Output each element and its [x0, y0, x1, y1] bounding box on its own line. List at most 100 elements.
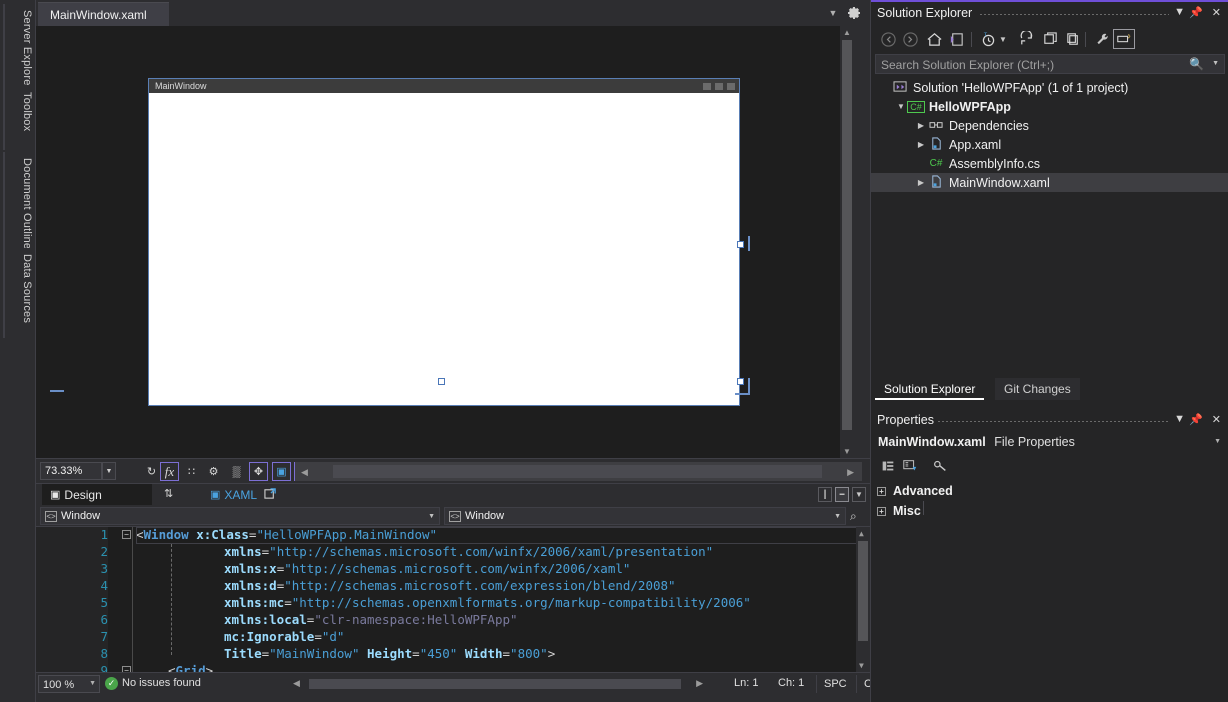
- gear-icon[interactable]: [846, 5, 862, 21]
- tab-git-changes[interactable]: Git Changes: [995, 378, 1080, 400]
- transparency-grid-button[interactable]: ▒: [227, 462, 246, 481]
- properties-wrench-button[interactable]: [1091, 29, 1113, 49]
- resize-handle-bottom-right[interactable]: [737, 378, 744, 385]
- search-solution-explorer-input[interactable]: Search Solution Explorer (Ctrl+;) 🔍 ▼: [875, 54, 1225, 74]
- chevron-down-icon[interactable]: ▼: [102, 462, 116, 480]
- editor-hscroll-thumb[interactable]: [309, 679, 681, 689]
- pop-out-icon[interactable]: [264, 487, 277, 503]
- expand-group-icon[interactable]: +: [877, 487, 886, 496]
- xaml-code-editor[interactable]: 1−<Window x:Class="HelloWPFApp.MainWindo…: [36, 527, 870, 672]
- vertical-split-button[interactable]: ┃: [818, 487, 832, 502]
- solution-views-button[interactable]: [945, 29, 967, 49]
- close-pane-icon[interactable]: ✕: [1212, 413, 1221, 426]
- designer-zoom-input[interactable]: 73.33%: [40, 462, 102, 480]
- split-editor-icon[interactable]: ⌕: [850, 509, 857, 524]
- tab-solution-explorer[interactable]: Solution Explorer: [875, 378, 984, 400]
- pending-changes-clock-button[interactable]: T: [977, 29, 999, 49]
- tree-item-dependencies[interactable]: ▶Dependencies: [871, 116, 1228, 135]
- property-group-misc[interactable]: +Misc: [871, 501, 1228, 521]
- snapping-options-button[interactable]: ⚙: [204, 462, 223, 481]
- code-line[interactable]: 2xmlns="http://schemas.microsoft.com/win…: [36, 544, 870, 561]
- navbar-member-combo[interactable]: <> Window ▼: [444, 507, 846, 525]
- collapsed-twisty-icon[interactable]: ▶: [915, 121, 927, 130]
- property-group-advanced[interactable]: +Advanced: [871, 481, 1228, 501]
- pin-pane-icon[interactable]: 📌: [1189, 413, 1203, 426]
- scroll-up-icon[interactable]: ▲: [843, 28, 851, 37]
- dock-tab-toolbox[interactable]: Toolbox: [3, 86, 33, 150]
- alphabetical-view-button[interactable]: [899, 456, 921, 475]
- navbar-type-combo[interactable]: <> Window ▼: [40, 507, 440, 525]
- swap-arrows-icon[interactable]: ⇅: [164, 487, 173, 500]
- chevron-down-icon[interactable]: ▼: [1214, 438, 1221, 445]
- pane-dropdown-icon[interactable]: ▼: [1174, 6, 1185, 18]
- collapsed-twisty-icon[interactable]: ▶: [915, 178, 927, 187]
- editor-vscroll-thumb[interactable]: [858, 541, 868, 641]
- scroll-up-icon[interactable]: ▲: [859, 529, 864, 538]
- code-line[interactable]: 9−<Grid>: [36, 663, 870, 672]
- back-button[interactable]: [877, 29, 899, 49]
- chevron-down-icon[interactable]: ▼: [428, 513, 435, 520]
- scroll-left-icon[interactable]: ◀: [301, 467, 308, 478]
- tree-item-solution[interactable]: Solution 'HelloWPFApp' (1 of 1 project): [871, 78, 1228, 97]
- design-window-client-area[interactable]: [149, 94, 739, 405]
- design-preview-window[interactable]: MainWindow: [148, 78, 740, 406]
- chevron-down-icon[interactable]: ▼: [826, 8, 840, 18]
- grid-rails-button[interactable]: ∷: [182, 462, 201, 481]
- resize-handle-right-middle[interactable]: [737, 241, 744, 248]
- resize-handle-bottom-center[interactable]: [438, 378, 445, 385]
- horizontal-split-button[interactable]: ━: [835, 487, 849, 502]
- collapsed-twisty-icon[interactable]: ▶: [915, 140, 927, 149]
- design-maximize-button[interactable]: [715, 83, 723, 90]
- home-button[interactable]: [923, 29, 945, 49]
- show-handles-button[interactable]: ✥: [249, 462, 268, 481]
- tree-item-mainwindow[interactable]: ▶MainWindow.xaml: [871, 173, 1228, 192]
- chevron-down-icon[interactable]: ▼: [834, 513, 841, 520]
- scroll-left-icon[interactable]: ◀: [293, 678, 300, 689]
- status-indentation-mode[interactable]: SPC: [816, 675, 854, 693]
- code-line[interactable]: 7mc:Ignorable="d": [36, 629, 870, 646]
- collapse-pane-button[interactable]: ▼: [852, 487, 866, 502]
- refresh-button[interactable]: [1015, 29, 1037, 49]
- code-line[interactable]: 4xmlns:d="http://schemas.microsoft.com/e…: [36, 578, 870, 595]
- design-vertical-scrollbar[interactable]: ▲ ▼: [840, 26, 854, 458]
- editor-horizontal-scrollbar[interactable]: ◀ ▶: [291, 676, 721, 692]
- tab-xaml[interactable]: ▣ XAML: [202, 484, 264, 506]
- magnifier-icon[interactable]: 🔍: [1189, 57, 1204, 71]
- pane-dropdown-icon[interactable]: ▼: [1174, 413, 1185, 425]
- editor-zoom-combo[interactable]: 100 % ▼: [38, 675, 100, 693]
- property-pages-button[interactable]: [929, 456, 951, 475]
- code-line[interactable]: 3xmlns:x="http://schemas.microsoft.com/w…: [36, 561, 870, 578]
- collapse-all-button[interactable]: [1039, 29, 1061, 49]
- scroll-down-icon[interactable]: ▼: [859, 661, 864, 670]
- editor-tab-mainwindow-xaml[interactable]: MainWindow.xaml: [38, 2, 169, 26]
- tab-design[interactable]: ▣ Design: [42, 484, 152, 506]
- refresh-designer-button[interactable]: ↻: [142, 462, 161, 481]
- chevron-down-icon[interactable]: ▼: [1212, 60, 1219, 67]
- solution-explorer-tree[interactable]: Solution 'HelloWPFApp' (1 of 1 project)▼…: [871, 78, 1228, 374]
- code-line[interactable]: 8Title="MainWindow" Height="450" Width="…: [36, 646, 870, 663]
- design-close-button[interactable]: [727, 83, 735, 90]
- preview-selected-items-button[interactable]: [1113, 29, 1135, 49]
- expanded-twisty-icon[interactable]: ▼: [895, 102, 907, 111]
- xaml-design-surface[interactable]: MainWindow ▲ ▼: [36, 26, 854, 458]
- history-dropdown-button[interactable]: ▼: [997, 29, 1009, 49]
- issues-status[interactable]: ✓ No issues found: [122, 677, 201, 689]
- artboard-background-button[interactable]: ▣: [272, 462, 291, 481]
- design-minimize-button[interactable]: [703, 83, 711, 90]
- expand-group-icon[interactable]: +: [877, 507, 886, 516]
- scroll-right-icon[interactable]: ▶: [696, 678, 703, 689]
- pin-pane-icon[interactable]: 📌: [1189, 6, 1203, 19]
- forward-button[interactable]: [899, 29, 921, 49]
- designer-horizontal-scrollbar[interactable]: ◀ ▶: [294, 462, 862, 481]
- chevron-down-icon[interactable]: ▼: [89, 680, 96, 687]
- designer-hscroll-thumb[interactable]: [333, 465, 822, 478]
- show-all-files-button[interactable]: [1062, 29, 1084, 49]
- editor-vertical-scrollbar[interactable]: ▲ ▼: [856, 527, 870, 672]
- tree-item-app[interactable]: ▶App.xaml: [871, 135, 1228, 154]
- effects-fx-button[interactable]: fx: [160, 462, 179, 481]
- tree-item-hellowpfapp[interactable]: ▼C#HelloWPFApp: [871, 97, 1228, 116]
- scroll-right-icon[interactable]: ▶: [847, 467, 854, 478]
- fold-toggle-icon[interactable]: −: [122, 530, 131, 539]
- close-pane-icon[interactable]: ✕: [1212, 6, 1221, 19]
- categorized-view-button[interactable]: [877, 456, 899, 475]
